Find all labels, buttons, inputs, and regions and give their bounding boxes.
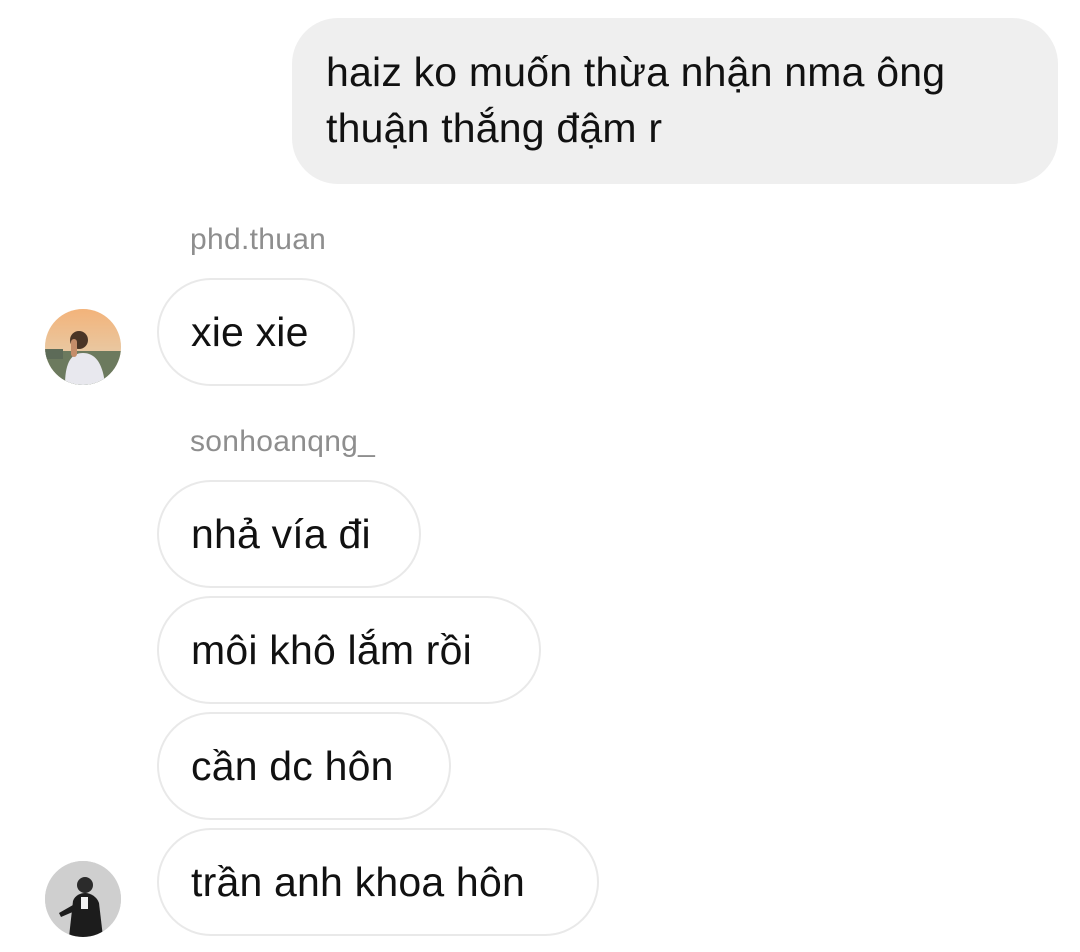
sender-name[interactable]: phd.thuan bbox=[190, 222, 326, 258]
outgoing-message-bubble[interactable]: haiz ko muốn thừa nhận nma ông thuận thắ… bbox=[292, 18, 1058, 184]
incoming-message-bubble[interactable]: cần dc hôn bbox=[157, 712, 451, 820]
incoming-message-bubble[interactable]: nhả vía đi bbox=[157, 480, 421, 588]
message-text: haiz ko muốn thừa nhận nma ông bbox=[326, 49, 946, 95]
user-avatar[interactable] bbox=[45, 861, 121, 937]
profile-photo-bw-avatar-icon bbox=[45, 861, 121, 937]
chat-thread: haiz ko muốn thừa nhận nma ông thuận thắ… bbox=[0, 0, 1080, 952]
incoming-message-bubble[interactable]: xie xie bbox=[157, 278, 355, 386]
incoming-message-bubble[interactable]: môi khô lắm rồi bbox=[157, 596, 541, 704]
message-text: thuận thắng đậm r bbox=[326, 105, 663, 151]
message-text: nhả vía đi bbox=[191, 511, 371, 557]
message-text: trần anh khoa hôn bbox=[191, 859, 525, 905]
message-text: cần dc hôn bbox=[191, 743, 394, 789]
message-text: xie xie bbox=[191, 309, 309, 355]
message-text: môi khô lắm rồi bbox=[191, 627, 472, 673]
sender-name[interactable]: sonhoanqng_ bbox=[190, 424, 375, 460]
profile-photo-sunset-avatar-icon bbox=[45, 309, 121, 385]
user-avatar[interactable] bbox=[45, 309, 121, 385]
incoming-message-bubble[interactable]: trần anh khoa hôn bbox=[157, 828, 599, 936]
